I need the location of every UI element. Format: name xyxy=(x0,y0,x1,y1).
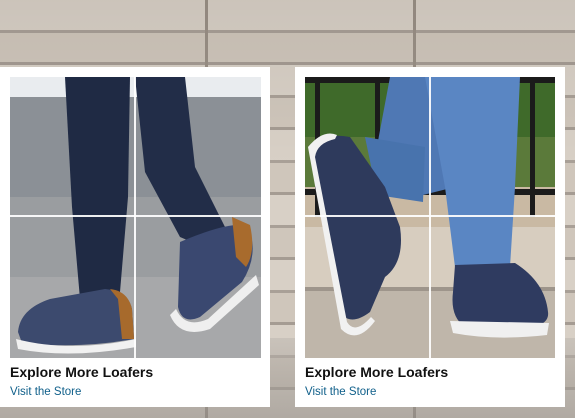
card-title[interactable]: Explore More Loafers xyxy=(10,364,153,380)
card-title[interactable]: Explore More Loafers xyxy=(305,364,448,380)
photo-grid-line-vertical xyxy=(134,77,136,358)
promo-card-2[interactable]: Explore More Loafers Visit the Store xyxy=(295,67,565,407)
visit-store-link[interactable]: Visit the Store xyxy=(10,386,81,398)
promo-card-1[interactable]: Explore More Loafers Visit the Store xyxy=(0,67,270,407)
visit-store-link[interactable]: Visit the Store xyxy=(305,386,376,398)
product-photo-loafers-1[interactable] xyxy=(10,77,261,358)
photo-grid-line-vertical xyxy=(429,77,431,358)
photo-grid-line-horizontal xyxy=(10,215,261,217)
photo-grid-line-horizontal xyxy=(305,215,555,217)
product-photo-loafers-2[interactable] xyxy=(305,77,555,358)
